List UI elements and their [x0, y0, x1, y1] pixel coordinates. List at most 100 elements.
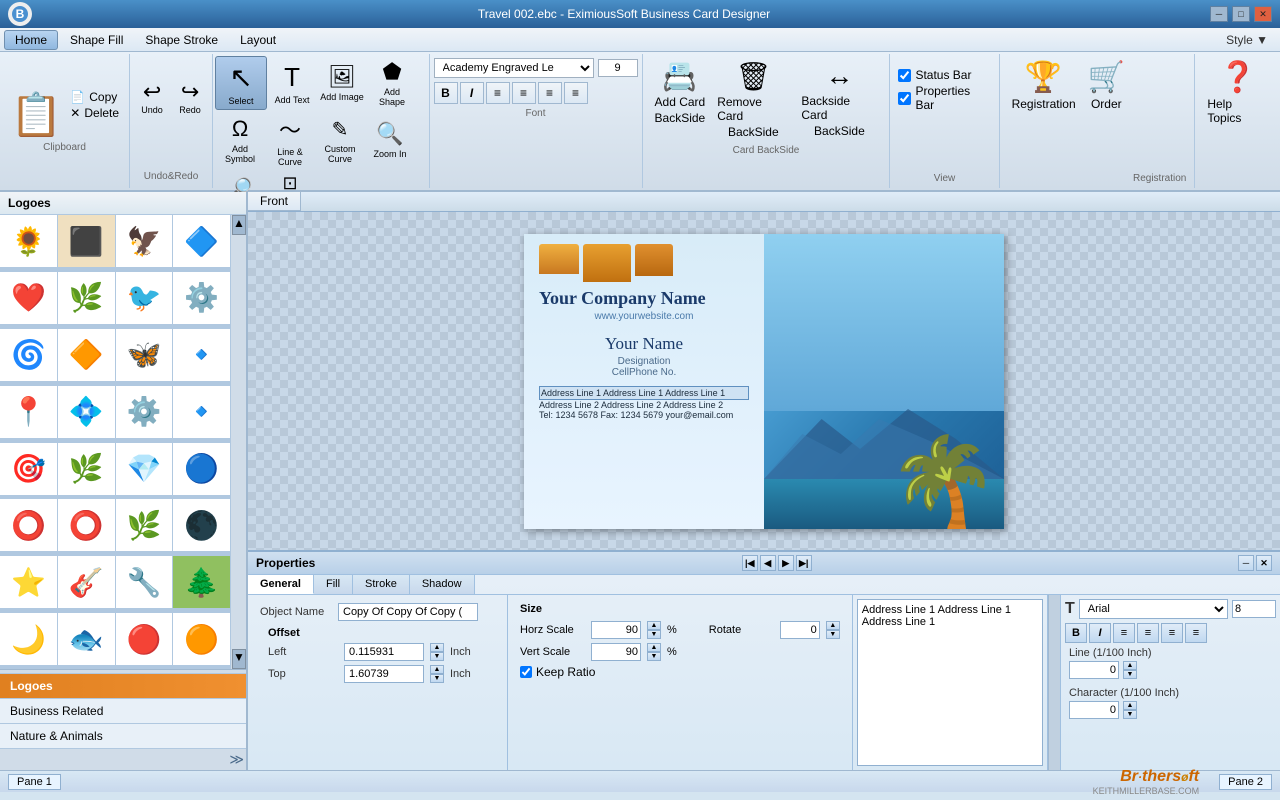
copy-button[interactable]: 📄 Copy	[68, 89, 121, 105]
expand-panel-button[interactable]: ≫	[229, 751, 244, 768]
line-down[interactable]: ▼	[1123, 670, 1137, 679]
properties-bar-toggle[interactable]	[898, 92, 911, 105]
list-item[interactable]: 🌿	[58, 443, 115, 495]
tab-stroke[interactable]: Stroke	[353, 575, 410, 594]
vert-scale-spinner[interactable]: ▲ ▼	[647, 643, 661, 661]
menu-home[interactable]: Home	[4, 30, 58, 50]
prop-font-size-input[interactable]	[1232, 600, 1276, 618]
properties-bar-checkbox[interactable]: Properties Bar	[898, 84, 990, 112]
category-business[interactable]: Business Related	[0, 698, 246, 723]
char-down[interactable]: ▼	[1123, 710, 1137, 719]
line-value-input[interactable]	[1069, 661, 1119, 679]
status-bar-toggle[interactable]	[898, 69, 911, 82]
list-item[interactable]: 🔹	[173, 386, 230, 438]
left-value-input[interactable]	[344, 643, 424, 661]
font-size-input[interactable]	[598, 59, 638, 77]
prop-nav-next[interactable]: ▶	[778, 555, 794, 571]
list-item[interactable]: ⚙️	[116, 386, 173, 438]
rotate-up[interactable]: ▲	[826, 621, 840, 630]
paste-button[interactable]: 📋	[8, 89, 64, 142]
add-shape-button[interactable]: ⬟ Add Shape	[367, 56, 417, 110]
font-name-dropdown[interactable]: Academy Engraved Le	[434, 58, 594, 78]
redo-button[interactable]: ↪ Redo	[172, 78, 208, 118]
prop-nav-first[interactable]: |◀	[742, 555, 758, 571]
top-value-input[interactable]	[344, 665, 424, 683]
bold-button[interactable]: B	[434, 82, 458, 104]
add-image-button[interactable]: 🖼 Add Image	[317, 56, 367, 110]
menu-shape-stroke[interactable]: Shape Stroke	[135, 31, 228, 49]
maximize-button[interactable]: □	[1232, 6, 1250, 22]
status-bar-checkbox[interactable]: Status Bar	[898, 68, 990, 82]
horz-scale-spinner[interactable]: ▲ ▼	[647, 621, 661, 639]
backside-card-button[interactable]: ↔ Backside Card BackSide	[797, 58, 881, 141]
canvas-surface[interactable]: Your Company Name www.yourwebsite.com Yo…	[248, 212, 1280, 550]
prop-nav-last[interactable]: ▶|	[796, 555, 812, 571]
horz-up[interactable]: ▲	[647, 621, 661, 630]
justify-button[interactable]: ≡	[564, 82, 588, 104]
style-dropdown[interactable]: Style ▼	[1226, 33, 1276, 47]
list-item[interactable]: 🎸	[58, 556, 115, 608]
list-item[interactable]: 🔶	[58, 329, 115, 381]
prop-font-name-dropdown[interactable]: Arial	[1079, 599, 1228, 619]
list-item[interactable]: 🔹	[173, 329, 230, 381]
remove-card-backside-button[interactable]: 🗑 Remove Card BackSide	[713, 58, 793, 141]
list-item[interactable]: ⭐	[0, 556, 57, 608]
list-item[interactable]: 🌿	[116, 499, 173, 551]
zoom-in-button[interactable]: 🔍 Zoom In	[365, 110, 415, 170]
top-spin-down[interactable]: ▼	[430, 674, 444, 683]
tab-fill[interactable]: Fill	[314, 575, 353, 594]
canvas-tab-front[interactable]: Front	[248, 192, 301, 211]
select-button[interactable]: ↖ Select	[215, 56, 267, 110]
left-spin-down[interactable]: ▼	[430, 652, 444, 661]
category-logoes[interactable]: Logoes	[0, 673, 246, 698]
italic-button[interactable]: I	[460, 82, 484, 104]
align-left-button[interactable]: ≡	[486, 82, 510, 104]
line-curve-button[interactable]: 〜 Line & Curve	[265, 110, 315, 170]
list-item[interactable]: 🔴	[116, 613, 173, 665]
tab-general[interactable]: General	[248, 575, 314, 594]
list-item[interactable]: 🐟	[58, 613, 115, 665]
list-item[interactable]: 💠	[58, 386, 115, 438]
keep-ratio-checkbox[interactable]	[520, 666, 532, 678]
left-spinner[interactable]: ▲ ▼	[430, 643, 444, 661]
vert-down[interactable]: ▼	[647, 652, 661, 661]
rotate-input[interactable]	[780, 621, 820, 639]
char-up[interactable]: ▲	[1123, 701, 1137, 710]
prop-bold-button[interactable]: B	[1065, 623, 1087, 643]
list-item[interactable]: 🔵	[173, 443, 230, 495]
list-item[interactable]: ⭕	[0, 499, 57, 551]
logo-scrollbar[interactable]: ▲ ▼	[230, 215, 246, 669]
order-button[interactable]: 🛒 Order	[1084, 58, 1129, 184]
vert-scale-input[interactable]	[591, 643, 641, 661]
registration-button[interactable]: 🏆 Registration	[1008, 58, 1080, 184]
prop-italic-button[interactable]: I	[1089, 623, 1111, 643]
list-item[interactable]: 🌙	[0, 613, 57, 665]
line-spinner[interactable]: ▲ ▼	[1123, 661, 1137, 679]
prop-align-left-button[interactable]: ≡	[1113, 623, 1135, 643]
prop-nav-prev[interactable]: ◀	[760, 555, 776, 571]
add-text-button[interactable]: T Add Text	[267, 56, 317, 110]
list-item[interactable]: 🌲	[173, 556, 230, 608]
list-item[interactable]: 🟠	[173, 613, 230, 665]
help-button[interactable]: ❓ Help Topics	[1203, 58, 1272, 184]
list-item[interactable]: ⚙️	[173, 272, 230, 324]
rotate-spinner[interactable]: ▲ ▼	[826, 621, 840, 639]
add-symbol-button[interactable]: Ω Add Symbol	[215, 110, 265, 170]
list-item[interactable]: 🌀	[0, 329, 57, 381]
char-spinner[interactable]: ▲ ▼	[1123, 701, 1137, 719]
list-item[interactable]: 🌑	[173, 499, 230, 551]
list-item[interactable]: ⭕	[58, 499, 115, 551]
left-spin-up[interactable]: ▲	[430, 643, 444, 652]
list-item[interactable]: ❤️	[0, 272, 57, 324]
close-button[interactable]: ✕	[1254, 6, 1272, 22]
align-right-button[interactable]: ≡	[538, 82, 562, 104]
list-item[interactable]: 🔷	[173, 215, 230, 267]
horz-down[interactable]: ▼	[647, 630, 661, 639]
object-name-input[interactable]	[338, 603, 478, 621]
undo-button[interactable]: ↩ Undo	[134, 78, 170, 118]
list-item[interactable]: 💎	[116, 443, 173, 495]
char-value-input[interactable]	[1069, 701, 1119, 719]
align-center-button[interactable]: ≡	[512, 82, 536, 104]
list-item[interactable]: 📍	[0, 386, 57, 438]
list-item[interactable]: 🦅	[116, 215, 173, 267]
